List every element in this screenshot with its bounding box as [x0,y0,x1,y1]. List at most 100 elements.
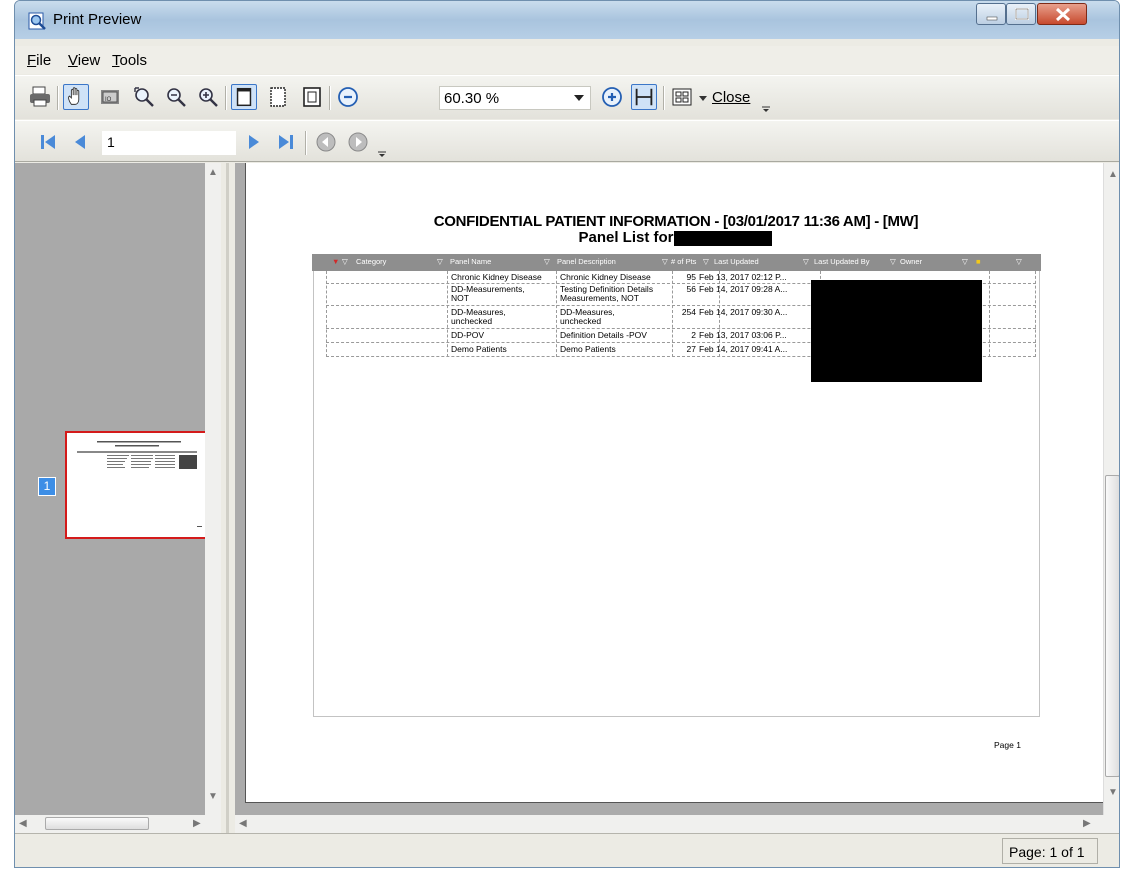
column-owner-filter-icon: ▽ [962,257,968,266]
row4-description: Definition Details -POV [560,330,647,340]
column-last-updated-filter-icon: ▽ [803,257,809,266]
toolbar-overflow-icon[interactable] [762,106,770,112]
menu-file[interactable]: File [27,52,51,69]
whole-page-icon[interactable] [299,84,325,110]
thumbnail-vertical-scrollbar[interactable]: ▲ ▼ [205,163,221,815]
row4-panel-name: DD-POV [451,330,485,340]
row2-description-cont: Measurements, NOT [560,293,639,303]
previous-page-icon[interactable] [67,129,93,155]
preview-vertical-scrollbar[interactable]: ▲ ▼ [1103,163,1119,815]
nav-toolbar-overflow-icon[interactable] [378,151,386,157]
column-panel-name-filter-icon: ▽ [544,257,550,266]
scroll-up-icon[interactable]: ▲ [208,167,218,178]
vertical-scroll-thumb[interactable] [1105,475,1119,777]
close-preview-label: lose [722,89,751,106]
menu-view-label: iew [77,52,101,69]
splitter-bar[interactable] [226,163,229,833]
row3-panel-name-cont: unchecked [451,316,493,326]
zoom-plus-icon[interactable] [599,84,625,110]
menu-file-label: ile [36,52,52,69]
column-last-updated-by: Last Updated By [814,257,870,266]
chevron-down-icon[interactable] [574,95,584,101]
hand-tool-icon[interactable] [63,84,89,110]
title-bar: Print Preview [15,1,1119,39]
scroll-left-icon[interactable]: ◀ [19,818,27,829]
column-category-filter-icon: ▽ [437,257,443,266]
preview-scroll-up-icon[interactable]: ▲ [1108,169,1118,180]
navigation-toolbar: 1 [15,120,1119,162]
maximize-button[interactable] [1006,3,1036,25]
back-icon[interactable] [313,129,339,155]
thumbnail-horizontal-scrollbar[interactable]: ◀ ▶ [15,815,221,833]
zoom-out-icon[interactable] [163,84,189,110]
horizontal-scroll-thumb[interactable] [45,817,149,830]
redacted-owner-block [811,280,982,382]
close-preview-button[interactable]: Close [712,89,750,106]
scroll-down-icon[interactable]: ▼ [208,791,218,802]
row2-pts: 56 [686,284,696,294]
page-thumbnail[interactable] [65,431,210,539]
menu-view[interactable]: View [68,52,100,69]
first-page-icon[interactable] [35,129,61,155]
last-page-icon[interactable] [273,129,299,155]
thumbnail-preview-graphic [77,441,202,527]
fit-width-icon[interactable] [631,84,657,110]
row2-panel-name-cont: NOT [451,293,469,303]
menu-tools-label: ools [119,52,148,69]
main-toolbar: IO 60.30 % Close [15,75,1119,119]
menu-bar: File View Tools [15,46,1119,74]
thumbnail-page-number[interactable]: 1 [38,477,56,496]
column-panel-description: Panel Description [557,257,616,266]
forward-icon[interactable] [345,129,371,155]
preview-horizontal-scrollbar[interactable]: ◀ ▶ [235,815,1119,833]
printer-icon[interactable] [27,84,53,110]
status-bar: Page: 1 of 1 [15,833,1119,867]
maximize-icon [1015,8,1029,20]
row2-last-updated: Feb 14, 2017 09:28 A... [699,284,788,294]
preview-scroll-down-icon[interactable]: ▼ [1108,787,1118,798]
row1-description: Chronic Kidney Disease [560,272,651,282]
next-page-icon[interactable] [241,129,267,155]
menu-tools-key: T [112,52,120,69]
menu-tools[interactable]: Tools [112,52,147,69]
zoom-minus-icon[interactable] [335,84,361,110]
note-icon: ■ [976,257,981,266]
column-panel-name: Panel Name [450,257,492,266]
page-indicator: Page: 1 of 1 [1002,838,1098,864]
minimize-icon [986,16,998,21]
row1-panel-name: Chronic Kidney Disease [451,272,542,282]
close-window-button[interactable] [1037,3,1087,25]
dynamic-zoom-icon[interactable] [131,84,157,110]
page-number-input[interactable]: 1 [102,131,236,155]
row5-description: Demo Patients [560,344,616,354]
row4-pts: 2 [691,330,696,340]
panel-list-for-label: Panel List for [578,229,674,246]
row3-last-updated: Feb 14, 2017 09:30 A... [699,307,788,317]
close-icon [1055,7,1071,22]
column-last-updated-by-filter-icon: ▽ [890,257,896,266]
column-note-filter-icon: ▽ [1016,257,1022,266]
row4-last-updated: Feb 13, 2017 03:06 P... [699,330,787,340]
scroll-right-icon[interactable]: ▶ [193,818,201,829]
preview-scroll-left-icon[interactable]: ◀ [239,818,247,829]
multiple-pages-dropdown-icon[interactable] [699,96,707,102]
preview-scroll-right-icon[interactable]: ▶ [1083,818,1091,829]
row5-last-updated: Feb 14, 2017 09:41 A... [699,344,788,354]
redacted-name-block [674,231,772,246]
single-page-icon[interactable] [231,84,257,110]
window-title: Print Preview [53,11,142,28]
row3-pts: 254 [681,307,696,317]
page-width-icon[interactable] [265,84,291,110]
close-preview-key: C [712,89,723,106]
column-pts-filter-icon: ▽ [703,257,709,266]
snapshot-icon[interactable]: IO [97,84,123,110]
row1-last-updated: Feb 13, 2017 02:12 P... [699,272,787,282]
multiple-pages-icon[interactable] [669,84,695,110]
minimize-button[interactable] [976,3,1006,25]
column-owner: Owner [900,257,923,266]
print-preview-icon [28,12,46,30]
zoom-combobox[interactable]: 60.30 % [439,86,591,110]
zoom-in-icon[interactable] [195,84,221,110]
svg-text:IO: IO [105,97,112,103]
header-sort-icon: ▽ [342,257,348,266]
